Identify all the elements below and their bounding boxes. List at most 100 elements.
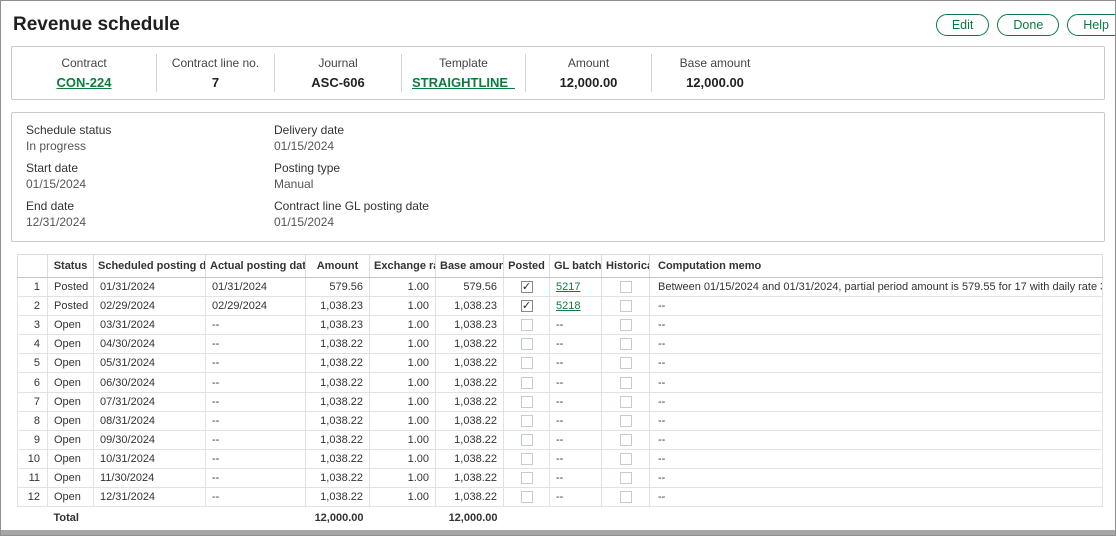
table-row: 6Open06/30/2024--1,038.221.001,038.22---… — [18, 373, 1103, 392]
posted-checkbox[interactable] — [521, 357, 533, 369]
summary-value-template-link[interactable]: STRAIGHTLINE_MANUAL — [412, 75, 515, 90]
base-amount-cell: 579.56 — [436, 278, 504, 297]
revenue-schedule-page: Revenue schedule Edit Done Help Contract… — [0, 0, 1116, 536]
historical-checkbox[interactable] — [620, 377, 632, 389]
exchange-rate-cell: 1.00 — [370, 449, 436, 468]
posted-cell: ✓ — [504, 278, 550, 297]
status-cell: Open — [48, 316, 94, 335]
status-cell: Open — [48, 373, 94, 392]
base-amount-cell: 1,038.22 — [436, 488, 504, 507]
table-row: 1Posted01/31/202401/31/2024579.561.00579… — [18, 278, 1103, 297]
historical-cell — [602, 411, 650, 430]
base-amount-cell: 1,038.22 — [436, 354, 504, 373]
detail-label: Posting type — [274, 161, 429, 175]
row-number-cell: 3 — [18, 316, 48, 335]
posted-cell — [504, 392, 550, 411]
computation-memo-cell: -- — [650, 335, 1103, 354]
posted-checkbox[interactable] — [521, 415, 533, 427]
status-cell: Open — [48, 411, 94, 430]
posted-checkbox[interactable] — [521, 377, 533, 389]
summary-panel: ContractCON-224Contract line no.7Journal… — [11, 46, 1105, 100]
historical-cell — [602, 373, 650, 392]
posted-cell — [504, 468, 550, 487]
gl-batch-cell: -- — [550, 354, 602, 373]
gl-batch-cell: -- — [550, 449, 602, 468]
col-header-scheduled-posting-date: Scheduled posting date — [94, 255, 206, 278]
col-header-historical: Historical — [602, 255, 650, 278]
total-row-spacer — [18, 507, 48, 532]
posted-checkbox[interactable] — [521, 434, 533, 446]
historical-cell — [602, 316, 650, 335]
posted-checkbox[interactable] — [521, 491, 533, 503]
col-header-rownum — [18, 255, 48, 278]
col-header-gl-batch: GL batch — [550, 255, 602, 278]
posted-cell — [504, 373, 550, 392]
scheduled-posting-date-cell: 05/31/2024 — [94, 354, 206, 373]
historical-checkbox[interactable] — [620, 491, 632, 503]
action-buttons: Edit Done Help — [936, 14, 1116, 36]
amount-cell: 1,038.22 — [306, 335, 370, 354]
edit-button[interactable]: Edit — [936, 14, 990, 36]
amount-cell: 1,038.22 — [306, 411, 370, 430]
actual-posting-date-cell: -- — [206, 488, 306, 507]
actual-posting-date-cell: -- — [206, 430, 306, 449]
historical-checkbox[interactable] — [620, 338, 632, 350]
historical-checkbox[interactable] — [620, 319, 632, 331]
amount-cell: 1,038.22 — [306, 373, 370, 392]
historical-checkbox[interactable] — [620, 434, 632, 446]
col-header-status: Status — [48, 255, 94, 278]
amount-cell: 1,038.22 — [306, 449, 370, 468]
col-header-base-amount: Base amount — [436, 255, 504, 278]
historical-checkbox[interactable] — [620, 415, 632, 427]
computation-memo-cell: -- — [650, 430, 1103, 449]
horizontal-scrollbar[interactable] — [1, 530, 1115, 535]
gl-batch-link[interactable]: 5218 — [556, 300, 580, 312]
historical-checkbox[interactable] — [620, 453, 632, 465]
historical-cell — [602, 354, 650, 373]
historical-cell — [602, 449, 650, 468]
detail-label: Contract line GL posting date — [274, 199, 429, 213]
gl-batch-cell: -- — [550, 392, 602, 411]
historical-checkbox[interactable] — [620, 281, 632, 293]
posted-checkbox[interactable]: ✓ — [521, 281, 533, 293]
posted-cell: ✓ — [504, 297, 550, 316]
historical-checkbox[interactable] — [620, 300, 632, 312]
done-button[interactable]: Done — [997, 14, 1059, 36]
help-button[interactable]: Help — [1067, 14, 1116, 36]
historical-checkbox[interactable] — [620, 357, 632, 369]
detail-value: 01/15/2024 — [26, 177, 274, 191]
exchange-rate-cell: 1.00 — [370, 278, 436, 297]
posted-checkbox[interactable] — [521, 319, 533, 331]
base-amount-cell: 1,038.23 — [436, 297, 504, 316]
details-panel: Schedule statusIn progressStart date01/1… — [11, 112, 1105, 242]
table-header-row: Status Scheduled posting date Actual pos… — [18, 255, 1103, 278]
historical-checkbox[interactable] — [620, 472, 632, 484]
posted-checkbox[interactable] — [521, 472, 533, 484]
historical-cell — [602, 297, 650, 316]
gl-batch-cell: -- — [550, 468, 602, 487]
schedule-table-body: 1Posted01/31/202401/31/2024579.561.00579… — [18, 278, 1103, 507]
base-amount-cell: 1,038.23 — [436, 316, 504, 335]
gl-batch-link[interactable]: 5217 — [556, 281, 580, 293]
summary-value-contract-link[interactable]: CON-224 — [22, 75, 146, 90]
amount-cell: 1,038.22 — [306, 430, 370, 449]
detail-field: Delivery date01/15/2024 — [274, 123, 429, 153]
gl-batch-cell: -- — [550, 488, 602, 507]
posted-checkbox[interactable]: ✓ — [521, 300, 533, 312]
scheduled-posting-date-cell: 11/30/2024 — [94, 468, 206, 487]
historical-checkbox[interactable] — [620, 396, 632, 408]
posted-checkbox[interactable] — [521, 338, 533, 350]
computation-memo-cell: -- — [650, 297, 1103, 316]
posted-checkbox[interactable] — [521, 396, 533, 408]
scheduled-posting-date-cell: 04/30/2024 — [94, 335, 206, 354]
base-amount-cell: 1,038.22 — [436, 468, 504, 487]
status-cell: Posted — [48, 278, 94, 297]
posted-cell — [504, 449, 550, 468]
status-cell: Open — [48, 449, 94, 468]
total-amount: 12,000.00 — [306, 507, 370, 532]
gl-batch-cell: 5217 — [550, 278, 602, 297]
summary-field-amount: Amount12,000.00 — [526, 54, 652, 92]
historical-cell — [602, 430, 650, 449]
exchange-rate-cell: 1.00 — [370, 430, 436, 449]
posted-checkbox[interactable] — [521, 453, 533, 465]
